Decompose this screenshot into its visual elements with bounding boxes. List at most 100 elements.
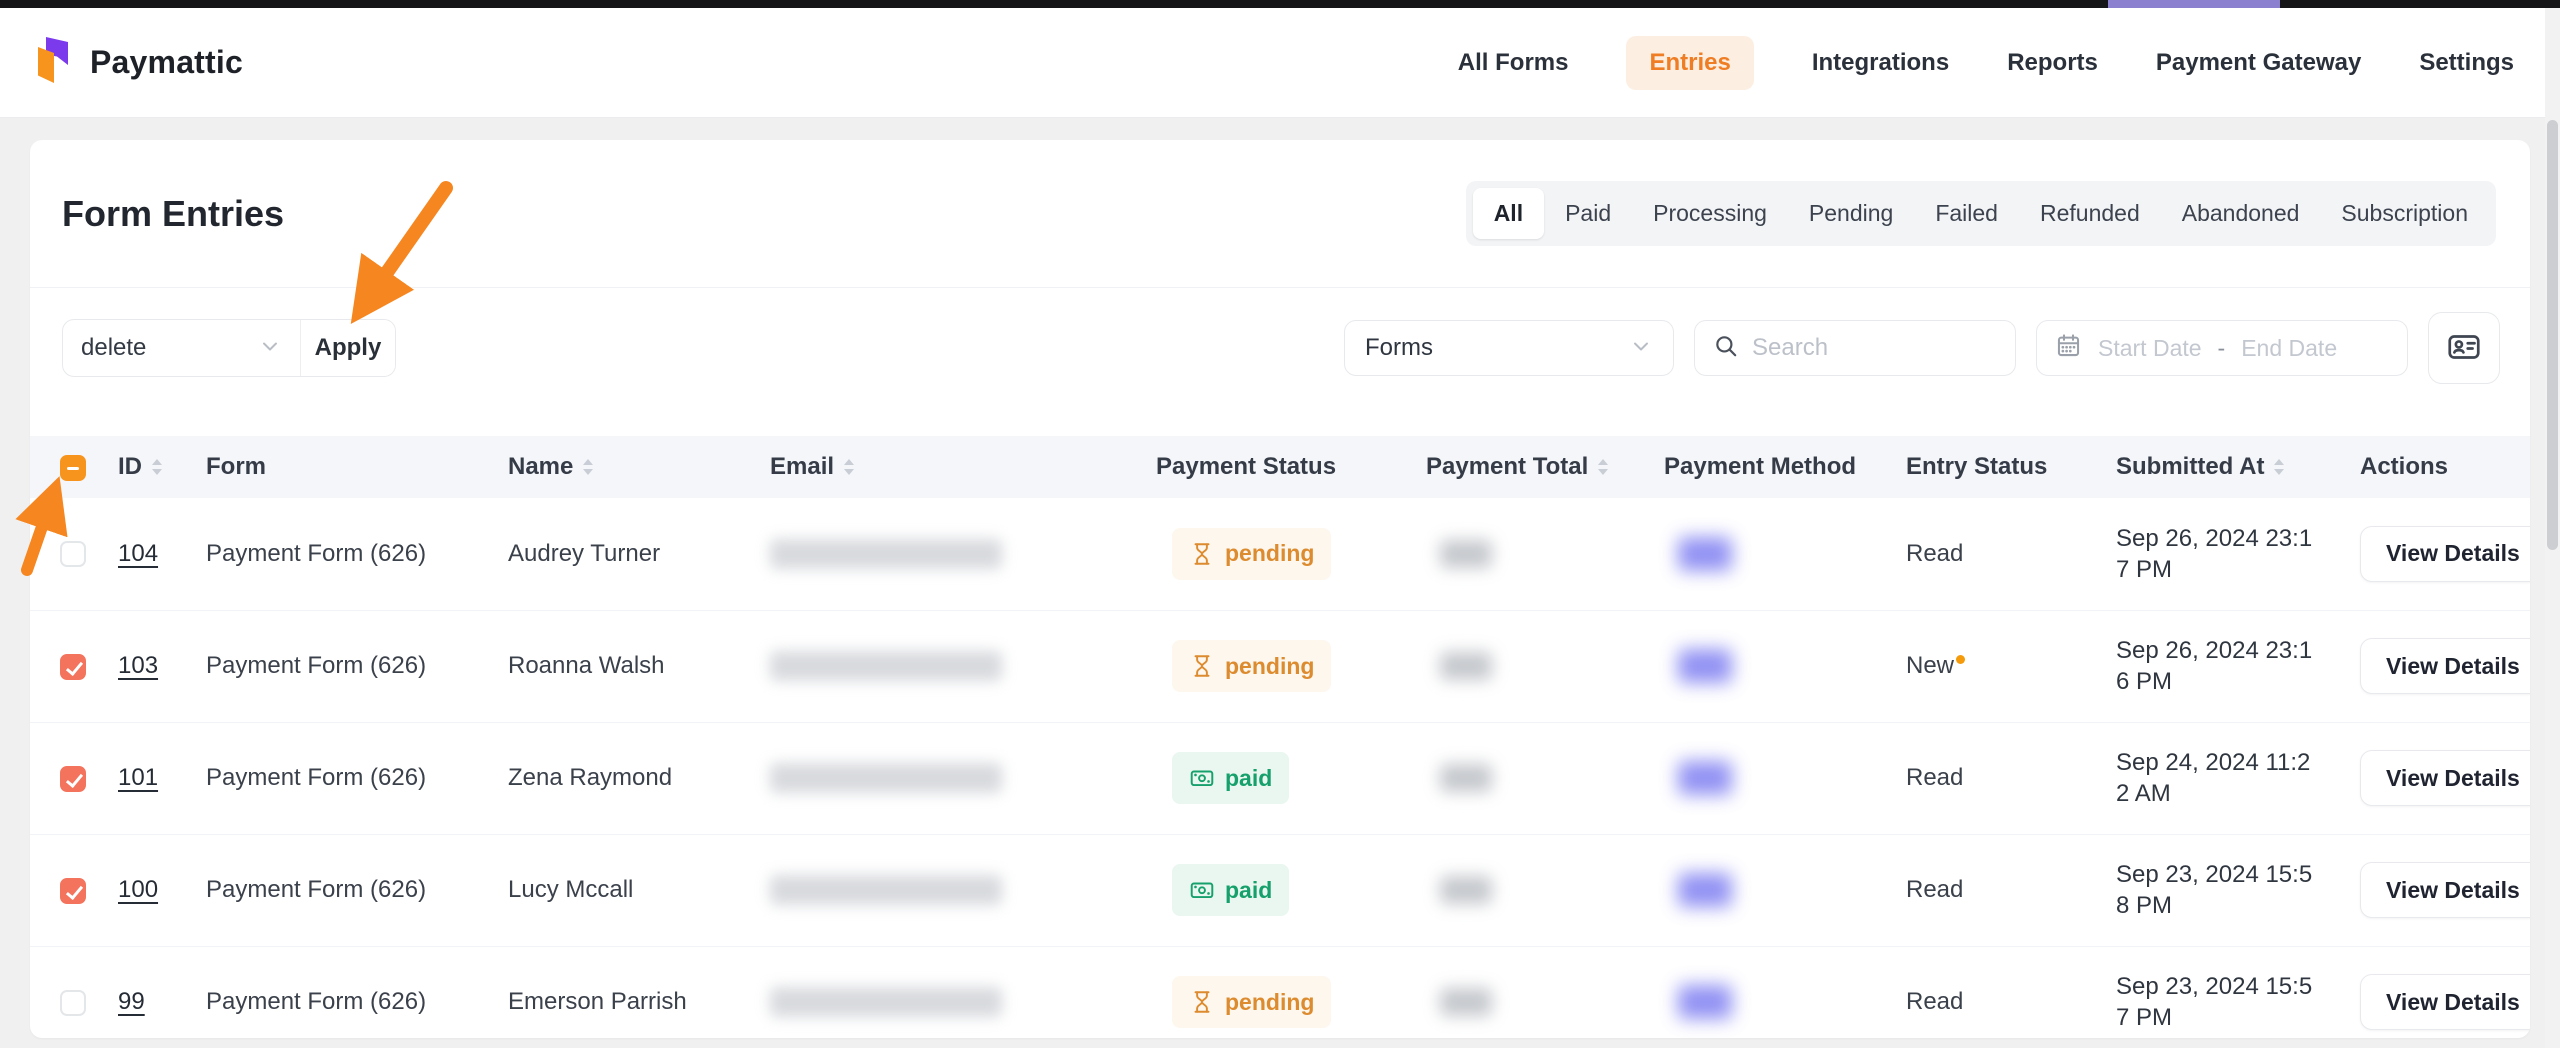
row-checkbox[interactable] bbox=[60, 541, 86, 567]
column-header-id[interactable]: ID bbox=[118, 453, 142, 481]
entry-id-link[interactable]: 99 bbox=[118, 988, 145, 1015]
hourglass-icon bbox=[1189, 541, 1215, 567]
payment-status-label: pending bbox=[1225, 653, 1314, 680]
chevron-down-icon bbox=[258, 334, 282, 363]
banknote-icon bbox=[1189, 877, 1215, 903]
column-header-actions: Actions bbox=[2360, 453, 2448, 481]
tab-all[interactable]: All bbox=[1473, 188, 1544, 239]
select-all-checkbox[interactable] bbox=[60, 455, 86, 481]
nav-item-payment-gateway[interactable]: Payment Gateway bbox=[2156, 49, 2361, 77]
tab-subscription[interactable]: Subscription bbox=[2320, 188, 2489, 239]
tab-failed[interactable]: Failed bbox=[1914, 188, 2019, 239]
entry-id-link[interactable]: 103 bbox=[118, 652, 158, 679]
view-details-button[interactable]: View Details bbox=[2360, 526, 2530, 582]
sort-icon[interactable] bbox=[150, 457, 164, 477]
nav-item-integrations[interactable]: Integrations bbox=[1812, 49, 1949, 77]
payment-status-badge: pending bbox=[1172, 640, 1331, 692]
column-header-submitted-at[interactable]: Submitted At bbox=[2116, 453, 2264, 481]
name-cell: Lucy Mccall bbox=[492, 834, 754, 946]
tab-abandoned[interactable]: Abandoned bbox=[2161, 188, 2321, 239]
id-card-icon bbox=[2446, 329, 2482, 368]
column-header-name[interactable]: Name bbox=[508, 453, 573, 481]
form-cell: Payment Form (626) bbox=[190, 946, 492, 1038]
submitted-at-cell: Sep 24, 2024 11:2 2 AM bbox=[2100, 722, 2348, 834]
controls-row: delete Apply Forms bbox=[30, 288, 2530, 436]
form-cell: Payment Form (626) bbox=[190, 498, 492, 610]
nav-item-reports[interactable]: Reports bbox=[2007, 49, 2098, 77]
tab-processing[interactable]: Processing bbox=[1632, 188, 1788, 239]
column-header-payment-method: Payment Method bbox=[1664, 453, 1856, 481]
submitted-at-cell: Sep 26, 2024 23:1 6 PM bbox=[2100, 610, 2348, 722]
bulk-actions-group: delete Apply bbox=[62, 319, 396, 377]
view-details-button[interactable]: View Details bbox=[2360, 862, 2530, 918]
row-checkbox[interactable] bbox=[60, 654, 86, 680]
nav-item-settings[interactable]: Settings bbox=[2419, 49, 2514, 77]
payment-method-redacted-blur bbox=[1678, 873, 1732, 907]
entry-status-label: Read bbox=[1906, 764, 1963, 791]
tab-pending[interactable]: Pending bbox=[1788, 188, 1914, 239]
forms-dropdown[interactable]: Forms bbox=[1344, 320, 1674, 376]
sort-icon[interactable] bbox=[2272, 457, 2286, 477]
column-header-entry-status: Entry Status bbox=[1906, 453, 2047, 481]
payment-status-label: paid bbox=[1225, 877, 1272, 904]
browser-top-strip-accent bbox=[2108, 0, 2280, 8]
table-row: 99 Payment Form (626) Emerson Parrish pe… bbox=[30, 946, 2530, 1038]
column-header-payment-total[interactable]: Payment Total bbox=[1426, 453, 1588, 481]
entry-id-link[interactable]: 104 bbox=[118, 540, 158, 567]
submitted-at-line1: Sep 26, 2024 23:1 bbox=[2116, 523, 2340, 554]
submitted-at-line1: Sep 23, 2024 15:5 bbox=[2116, 971, 2340, 1002]
submitted-at-line1: Sep 23, 2024 15:5 bbox=[2116, 859, 2340, 890]
column-header-email[interactable]: Email bbox=[770, 453, 834, 481]
chevron-down-icon bbox=[1629, 334, 1653, 363]
view-details-button[interactable]: View Details bbox=[2360, 750, 2530, 806]
row-checkbox[interactable] bbox=[60, 766, 86, 792]
submitted-at-line1: Sep 24, 2024 11:2 bbox=[2116, 747, 2340, 778]
entry-status-label: New bbox=[1906, 652, 1954, 679]
nav-item-entries[interactable]: Entries bbox=[1626, 36, 1753, 90]
payment-method-redacted-blur bbox=[1678, 537, 1732, 571]
sort-icon[interactable] bbox=[1596, 457, 1610, 477]
table-row: 100 Payment Form (626) Lucy Mccall paid … bbox=[30, 834, 2530, 946]
payment-total-redacted-blur bbox=[1440, 988, 1492, 1016]
submitted-at-cell: Sep 23, 2024 15:5 7 PM bbox=[2100, 946, 2348, 1038]
row-checkbox[interactable] bbox=[60, 990, 86, 1016]
scrollbar-thumb[interactable] bbox=[2547, 120, 2558, 550]
entries-table-header: ID Form Name Email Payment Status Paymen… bbox=[30, 436, 2530, 498]
entries-table: ID Form Name Email Payment Status Paymen… bbox=[30, 436, 2530, 1038]
payment-total-redacted-blur bbox=[1440, 540, 1492, 568]
start-date-placeholder: Start Date bbox=[2098, 335, 2202, 362]
view-details-button[interactable]: View Details bbox=[2360, 638, 2530, 694]
sort-icon[interactable] bbox=[581, 457, 595, 477]
entry-id-link[interactable]: 100 bbox=[118, 876, 158, 903]
table-row: 103 Payment Form (626) Roanna Walsh pend… bbox=[30, 610, 2530, 722]
entry-id-link[interactable]: 101 bbox=[118, 764, 158, 791]
date-separator: - bbox=[2218, 335, 2226, 362]
search-input[interactable] bbox=[1752, 334, 1997, 362]
entry-columns-button[interactable] bbox=[2428, 312, 2500, 384]
entry-status-label: Read bbox=[1906, 876, 1963, 903]
payment-method-redacted-blur bbox=[1678, 649, 1732, 683]
bulk-action-select[interactable]: delete bbox=[63, 320, 301, 376]
app-header: Paymattic All FormsEntriesIntegrationsRe… bbox=[0, 8, 2560, 118]
payment-status-badge: paid bbox=[1172, 752, 1289, 804]
bulk-action-value: delete bbox=[81, 334, 146, 362]
new-entry-dot bbox=[1956, 655, 1965, 664]
tab-paid[interactable]: Paid bbox=[1544, 188, 1632, 239]
email-redacted-blur bbox=[770, 987, 1002, 1017]
calendar-icon bbox=[2055, 332, 2082, 364]
view-details-button[interactable]: View Details bbox=[2360, 974, 2530, 1030]
tab-refunded[interactable]: Refunded bbox=[2019, 188, 2161, 239]
row-checkbox[interactable] bbox=[60, 878, 86, 904]
date-range-picker[interactable]: Start Date - End Date bbox=[2036, 320, 2408, 376]
end-date-placeholder: End Date bbox=[2241, 335, 2337, 362]
payment-method-redacted-blur bbox=[1678, 761, 1732, 795]
form-cell: Payment Form (626) bbox=[190, 722, 492, 834]
apply-button[interactable]: Apply bbox=[301, 320, 395, 376]
payment-status-badge: pending bbox=[1172, 976, 1331, 1028]
nav-item-all-forms[interactable]: All Forms bbox=[1458, 49, 1569, 77]
table-row: 101 Payment Form (626) Zena Raymond paid… bbox=[30, 722, 2530, 834]
payment-total-redacted-blur bbox=[1440, 652, 1492, 680]
browser-scrollbar[interactable] bbox=[2545, 8, 2560, 1048]
sort-icon[interactable] bbox=[842, 457, 856, 477]
payment-total-redacted-blur bbox=[1440, 876, 1492, 904]
